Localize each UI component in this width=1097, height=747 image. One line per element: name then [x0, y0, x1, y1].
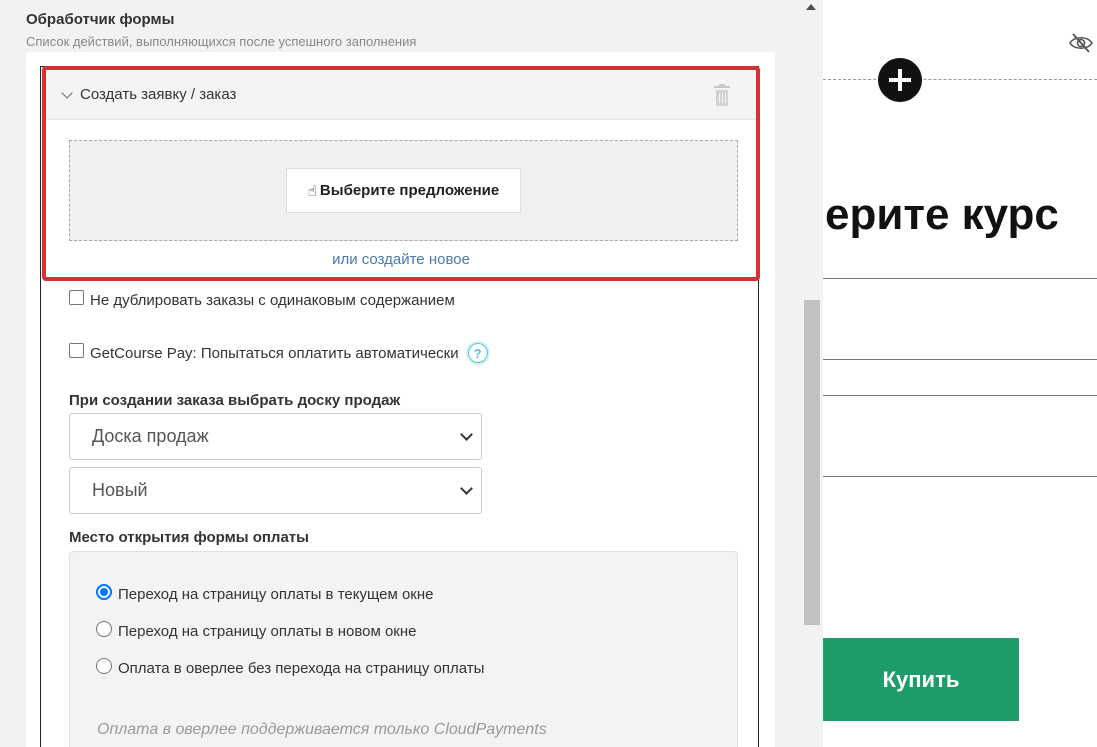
buy-button[interactable]: Купить: [823, 638, 1019, 721]
preview-heading: ерите курс: [825, 190, 1059, 239]
chevron-down-icon: [460, 482, 473, 495]
add-block-button[interactable]: [878, 58, 922, 102]
radio-label[interactable]: Оплата в оверлее без перехода на страниц…: [118, 660, 484, 677]
action-title[interactable]: Создать заявку / заказ: [80, 86, 236, 103]
no-duplicate-label[interactable]: Не дублировать заказы с одинаковым содер…: [90, 292, 455, 309]
eye-off-icon[interactable]: [1069, 32, 1093, 54]
scroll-up-arrow[interactable]: [806, 4, 816, 10]
radio-label[interactable]: Переход на страницу оплаты в текущем окн…: [118, 586, 434, 603]
payment-option-current-window[interactable]: Переход на страницу оплаты в текущем окн…: [96, 583, 434, 603]
block-divider: [823, 79, 1097, 80]
trash-icon[interactable]: [714, 84, 730, 106]
sales-stage-value: Новый: [92, 480, 148, 500]
payment-form-label: Место открытия формы оплаты: [69, 529, 309, 546]
create-order-action: Создать заявку / заказ ☝ Выберите предло…: [42, 66, 760, 281]
panel-subtitle: Список действий, выполняющихся после усп…: [26, 34, 417, 49]
form-handler-panel: Обработчик формы Список действий, выполн…: [0, 0, 823, 747]
action-header[interactable]: Создать заявку / заказ: [46, 70, 756, 120]
radio-label[interactable]: Переход на страницу оплаты в новом окне: [118, 623, 416, 640]
form-field-line[interactable]: [823, 359, 1097, 360]
form-field-line[interactable]: [823, 395, 1097, 396]
scrollbar-thumb[interactable]: [804, 300, 820, 625]
form-field-line[interactable]: [823, 278, 1097, 279]
radio-overlay[interactable]: [96, 657, 112, 674]
hand-pointer-icon: ☝: [307, 182, 317, 200]
help-icon[interactable]: ?: [467, 343, 488, 363]
payment-option-overlay[interactable]: Оплата в оверлее без перехода на страниц…: [96, 657, 484, 677]
getcourse-pay-label[interactable]: GetCourse Pay: Попытаться оплатить автом…: [90, 345, 459, 362]
payment-options-box: Переход на страницу оплаты в текущем окн…: [69, 551, 738, 747]
getcourse-pay-checkbox[interactable]: [69, 342, 84, 358]
sales-board-select[interactable]: Доска продаж: [69, 413, 482, 460]
chevron-down-icon: [460, 428, 473, 441]
create-new-offer-link[interactable]: или создайте новое: [46, 251, 756, 268]
chevron-down-icon[interactable]: [61, 87, 73, 99]
no-duplicate-checkbox[interactable]: [69, 290, 84, 305]
page-preview: ерите курс Купить: [823, 0, 1097, 747]
offer-dropzone: ☝ Выберите предложение: [69, 140, 738, 241]
panel-title: Обработчик формы: [26, 11, 175, 28]
overlay-note: Оплата в оверлее поддерживается только C…: [97, 721, 547, 738]
payment-option-new-window[interactable]: Переход на страницу оплаты в новом окне: [96, 620, 416, 640]
no-duplicate-option[interactable]: Не дублировать заказы с одинаковым содер…: [69, 290, 455, 309]
choose-offer-button[interactable]: ☝ Выберите предложение: [286, 168, 521, 213]
choose-offer-label: Выберите предложение: [319, 182, 500, 199]
sales-stage-select[interactable]: Новый: [69, 467, 482, 514]
getcourse-pay-option[interactable]: GetCourse Pay: Попытаться оплатить автом…: [69, 342, 488, 363]
form-field-line[interactable]: [823, 476, 1097, 477]
radio-current-window[interactable]: [96, 583, 112, 600]
radio-new-window[interactable]: [96, 620, 112, 637]
sales-board-value: Доска продаж: [92, 426, 209, 446]
sales-board-label: При создании заказа выбрать доску продаж: [69, 392, 401, 409]
